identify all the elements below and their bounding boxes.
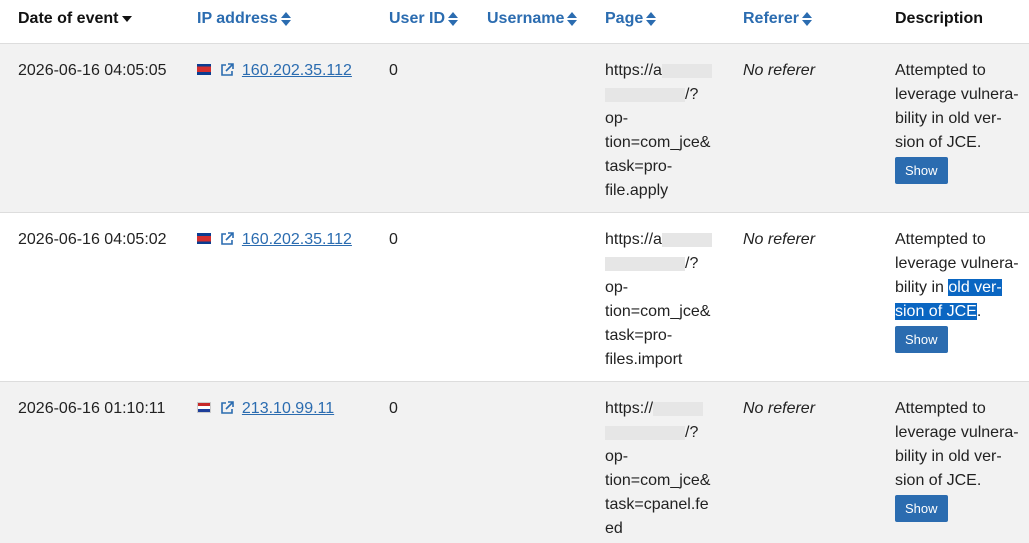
table-row: 2026-06-16 04:05:02 160.202.35.112 0 htt… (0, 213, 1029, 382)
show-button[interactable]: Show (895, 157, 948, 184)
page-url-fragment: /? (685, 424, 699, 441)
description: Attempted to leverage vulnera- bility in… (895, 228, 1023, 353)
user-id: 0 (389, 231, 398, 248)
ip-link[interactable]: 160.202.35.112 (242, 231, 352, 248)
page-url-line: task=cpanel.fe (605, 496, 709, 513)
user-id: 0 (389, 62, 398, 79)
netherlands-flag-icon (197, 402, 211, 414)
description-text: bility in (895, 279, 949, 296)
description-line: leverage vulnera- (895, 255, 1019, 272)
column-username[interactable]: Username (487, 10, 578, 28)
ip-link[interactable]: 160.202.35.112 (242, 62, 352, 79)
ip-cell: 213.10.99.11 (197, 397, 334, 421)
page-url-line: task=pro- (605, 327, 673, 344)
table-row: 2026-06-16 01:10:11 213.10.99.11 0 https… (0, 382, 1029, 543)
description: Attempted to leverage vulnera- bility in… (895, 397, 1023, 522)
page-url-line: ed (605, 520, 623, 537)
page-url-prefix: https:// (605, 400, 654, 417)
description-text: . (976, 303, 982, 320)
redacted-block (605, 256, 685, 271)
event-date: 2026-06-16 04:05:05 (18, 62, 167, 79)
page-url: https://a /? op- tion=com_jce& task=pro-… (605, 228, 725, 372)
column-label: Date of event (18, 10, 119, 27)
selected-text: sion of JCE (895, 303, 977, 320)
selected-text: old ver- (948, 279, 1002, 296)
page-url-line: files.import (605, 351, 683, 368)
column-label: Page (605, 10, 644, 27)
external-link-icon[interactable] (220, 231, 235, 246)
ip-link[interactable]: 213.10.99.11 (242, 400, 334, 417)
page-url-prefix: https://a (605, 231, 662, 248)
sort-icon (448, 11, 459, 27)
show-button[interactable]: Show (895, 495, 948, 522)
page-url: https://a /? op- tion=com_jce& task=pro-… (605, 59, 725, 203)
description-line: Attempted to (895, 400, 986, 417)
page-url: https:// /? op- tion=com_jce& task=cpane… (605, 397, 725, 541)
page-url-fragment: /? (685, 86, 699, 103)
referer: No referer (743, 62, 816, 79)
event-date: 2026-06-16 04:05:02 (18, 231, 167, 248)
table-row: 2026-06-16 04:05:05 160.202.35.112 0 htt… (0, 44, 1029, 213)
page-url-line: tion=com_jce& (605, 472, 711, 489)
redacted-block (661, 63, 712, 78)
page-url-line: tion=com_jce& (605, 303, 711, 320)
user-id: 0 (389, 400, 398, 417)
description-line: bility in old ver- (895, 448, 1002, 465)
page-url-line: task=pro- (605, 158, 673, 175)
description-line: Attempted to (895, 62, 986, 79)
description-line: sion of JCE. (895, 134, 982, 151)
referer: No referer (743, 231, 816, 248)
external-link-icon[interactable] (220, 62, 235, 77)
page-url-line: op- (605, 279, 629, 296)
ip-cell: 160.202.35.112 (197, 228, 352, 252)
external-link-icon[interactable] (220, 400, 235, 415)
show-button[interactable]: Show (895, 326, 948, 353)
redacted-block (661, 232, 712, 247)
table-header: Date of event IP address User ID Usernam… (0, 0, 1029, 44)
redacted-block (605, 425, 685, 440)
page-url-prefix: https://a (605, 62, 662, 79)
sort-icon (567, 11, 578, 27)
description-line: Attempted to (895, 231, 986, 248)
column-referer[interactable]: Referer (743, 10, 813, 28)
column-date-of-event[interactable]: Date of event (18, 10, 133, 28)
column-user-id[interactable]: User ID (389, 10, 459, 28)
description-line: leverage vulnera- (895, 424, 1019, 441)
column-ip-address[interactable]: IP address (197, 10, 291, 28)
event-date: 2026-06-16 01:10:11 (18, 400, 166, 417)
ip-cell: 160.202.35.112 (197, 59, 352, 83)
column-label: Username (487, 10, 565, 27)
description-line: leverage vulnera- (895, 86, 1019, 103)
sort-icon (646, 11, 657, 27)
page-url-line: op- (605, 448, 629, 465)
page-url-fragment: /? (685, 255, 699, 272)
redacted-block (653, 401, 704, 416)
referer: No referer (743, 400, 816, 417)
sort-desc-icon (122, 15, 133, 22)
column-description: Description (895, 10, 983, 28)
column-label: User ID (389, 10, 446, 27)
description: Attempted to leverage vulnera- bility in… (895, 59, 1023, 184)
column-label: IP address (197, 10, 278, 27)
description-line: sion of JCE. (895, 472, 982, 489)
column-label: Referer (743, 10, 800, 27)
description-line: bility in old ver- (895, 110, 1002, 127)
page-url-line: file.apply (605, 182, 669, 199)
page-url-line: op- (605, 110, 629, 127)
sort-icon (280, 11, 291, 27)
cambodia-flag-icon (197, 64, 211, 76)
column-page[interactable]: Page (605, 10, 657, 28)
page-url-line: tion=com_jce& (605, 134, 711, 151)
column-label: Description (895, 10, 984, 27)
sort-icon (802, 11, 813, 27)
cambodia-flag-icon (197, 233, 211, 245)
redacted-block (605, 87, 685, 102)
